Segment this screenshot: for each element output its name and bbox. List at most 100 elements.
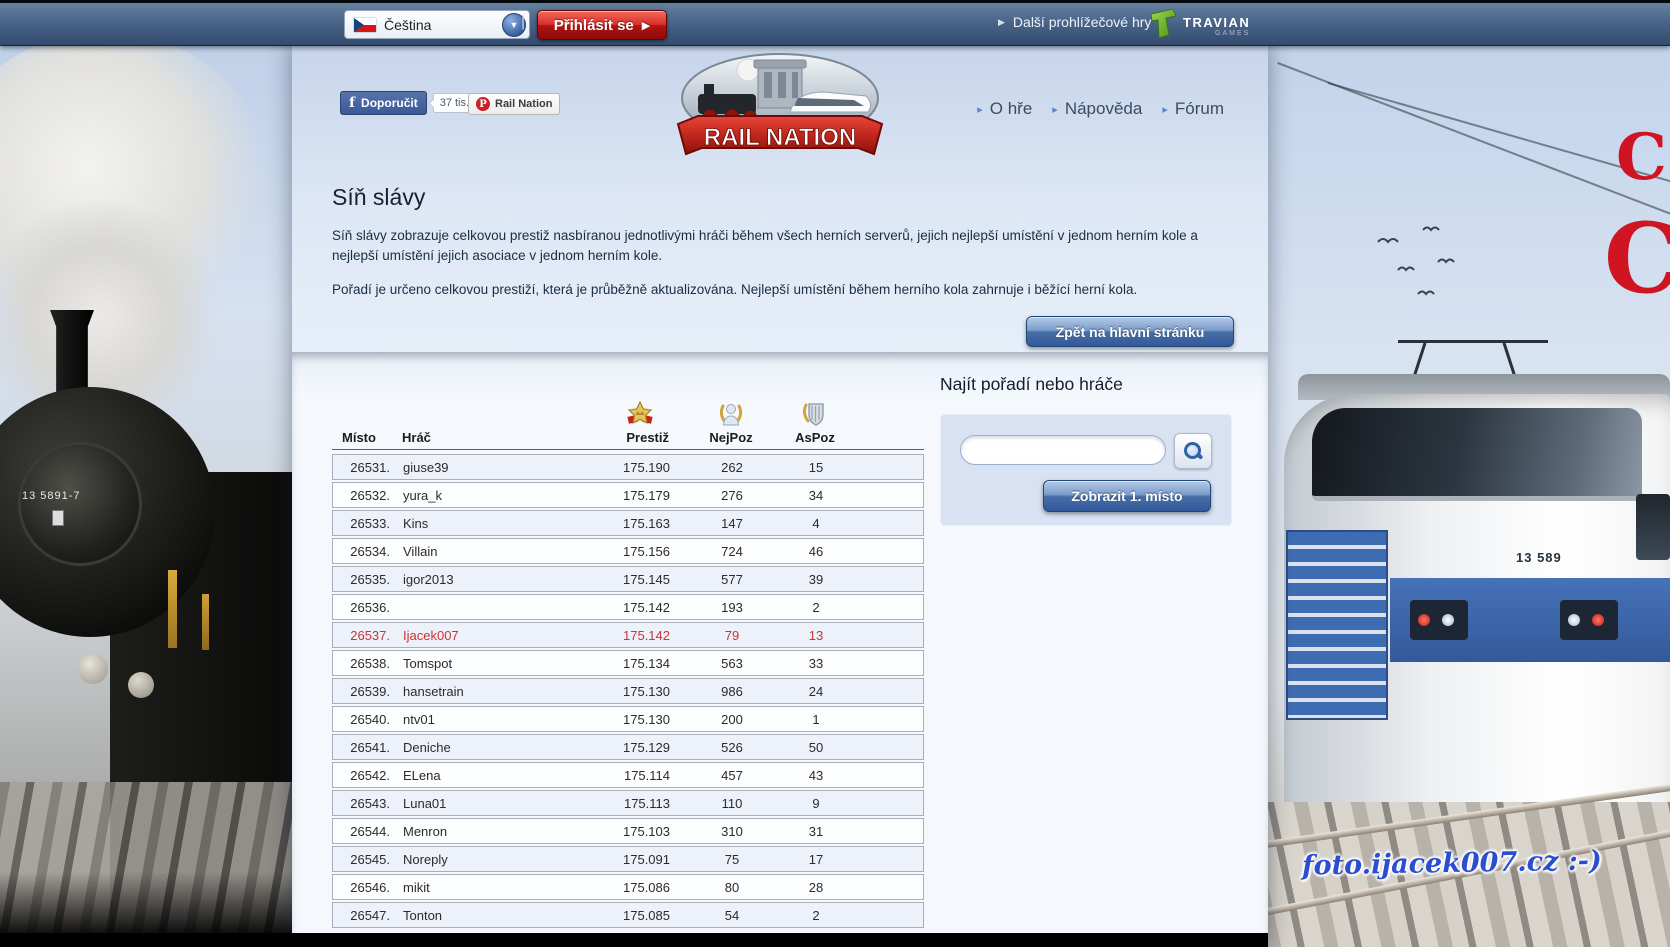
rank-cell: 26536. [333,600,395,615]
aspoz-cell: 2 [786,600,846,615]
rank-cell: 26546. [333,880,395,895]
language-label: Čeština [384,17,494,33]
nejpoz-cell: 54 [678,908,786,923]
table-row: 26533. Kins 175.163 147 4 [332,510,924,536]
pantograph [1388,332,1558,378]
red-letter-decoration: C [1616,120,1667,195]
nav-arrow-icon: ▸ [1162,103,1168,116]
prestige-cell: 175.145 [603,572,678,587]
locomotive-handrail [202,594,209,650]
nav-item-o-hre[interactable]: ▸ O hře [977,99,1032,119]
rank-cell: 26541. [333,740,395,755]
prestige-cell: 175.163 [603,516,678,531]
facebook-recommend-button[interactable]: f Doporučit 37 tis. [340,91,476,115]
rank-cell: 26534. [333,544,395,559]
table-row: 26531. giuse39 175.190 262 15 [332,454,924,480]
rank-cell: 26542. [333,768,395,783]
rail-nation-logo[interactable]: RAIL NATION [670,50,890,168]
player-cell: Noreply [395,852,603,867]
nav-item-napoveda[interactable]: ▸ Nápověda [1052,99,1142,119]
prestige-cell: 175.156 [603,544,678,559]
nejpoz-cell: 75 [678,852,786,867]
locomotive-smokebox-door [18,442,142,566]
player-cell: Luna01 [395,796,603,811]
prestige-cell: 175.179 [603,488,678,503]
locomotive-number-plate: 13 5891-7 [22,490,81,502]
search-panel: Zobrazit 1. místo [940,414,1232,526]
nejpoz-cell: 986 [678,684,786,699]
player-cell: yura_k [395,488,603,503]
back-to-home-button[interactable]: Zpět na hlavní stránku [1026,316,1234,347]
header-aspoz: AsPoz [785,430,845,445]
czech-flag-icon [354,18,376,32]
more-browser-games-link[interactable]: ▶ Další prohlížečové hry [998,14,1151,30]
main-content-column: f Doporučit 37 tis. P Rail Nation [292,42,1268,947]
rank-cell: 26537. [333,628,395,643]
table-row: 26534. Villain 175.156 724 46 [332,538,924,564]
best-position-laurel-person-icon [717,400,745,428]
page-title: Síň slávy [332,184,425,211]
table-row: 26538. Tomspot 175.134 563 33 [332,650,924,676]
prestige-cell: 175.086 [603,880,678,895]
nejpoz-cell: 79 [678,628,786,643]
logo-text: RAIL NATION [704,124,856,151]
nejpoz-cell: 577 [678,572,786,587]
aspoz-cell: 31 [786,824,846,839]
table-row: 26536. 175.142 193 2 [332,594,924,620]
rank-cell: 26531. [333,460,395,475]
play-arrow-icon: ▶ [642,19,650,32]
header-prestige: Prestiž [602,430,677,445]
nejpoz-cell: 724 [678,544,786,559]
prestige-cell: 175.085 [603,908,678,923]
nejpoz-cell: 457 [678,768,786,783]
prestige-medal-icon [626,400,654,428]
player-cell: ELena [395,768,603,783]
language-selector[interactable]: Čeština ▼ [344,10,530,39]
prestige-cell: 175.142 [603,628,678,643]
aspoz-cell: 1 [786,712,846,727]
search-section-title: Najít pořadí nebo hráče [940,374,1123,395]
aspoz-cell: 4 [786,516,846,531]
train-number: 13 589 [1516,550,1562,565]
table-row: 26539. hansetrain 175.130 986 24 [332,678,924,704]
nejpoz-cell: 563 [678,656,786,671]
prestige-cell: 175.103 [603,824,678,839]
aspoz-cell: 33 [786,656,846,671]
table-row: 26532. yura_k 175.179 276 34 [332,482,924,508]
travian-games-logo[interactable]: TRAVIAN GAMES [1150,9,1250,38]
nejpoz-cell: 526 [678,740,786,755]
facebook-label: Doporučit [361,96,418,110]
train-louver-panel [1286,530,1388,720]
nejpoz-cell: 262 [678,460,786,475]
ranking-paragraph: Pořadí je určeno celkovou prestiží, kter… [332,280,1216,300]
pinterest-button[interactable]: P Rail Nation [468,93,560,115]
login-button[interactable]: Přihlásit se ▶ [537,10,667,40]
search-input[interactable] [960,435,1166,465]
table-row: 26541. Deniche 175.129 526 50 [332,734,924,760]
top-bar: Čeština ▼ | Přihlásit se ▶ ▶ Další prohl… [0,0,1670,46]
rank-cell: 26535. [333,572,395,587]
search-button[interactable] [1174,433,1212,469]
locomotive-buffer [128,672,154,698]
table-row: 26545. Noreply 175.091 75 17 [332,846,924,872]
travian-icon [1150,9,1176,38]
nejpoz-cell: 310 [678,824,786,839]
table-row: 26546. mikit 175.086 80 28 [332,874,924,900]
table-row: 26535. igor2013 175.145 577 39 [332,566,924,592]
white-lamp-icon [1442,614,1454,626]
rank-cell: 26545. [333,852,395,867]
header-place: Místo [332,430,394,445]
aspoz-cell: 13 [786,628,846,643]
show-first-place-button[interactable]: Zobrazit 1. místo [1043,480,1211,512]
nav-arrow-icon: ▸ [1052,103,1058,116]
header-nejpoz: NejPoz [677,430,785,445]
bottom-black-bar [0,933,1268,947]
aspoz-cell: 50 [786,740,846,755]
player-cell: Deniche [395,740,603,755]
nav-item-forum[interactable]: ▸ Fórum [1162,99,1224,119]
aspoz-cell: 9 [786,796,846,811]
association-position-shield-icon [801,400,829,428]
aspoz-cell: 34 [786,488,846,503]
search-icon [1183,441,1203,461]
rank-cell: 26539. [333,684,395,699]
